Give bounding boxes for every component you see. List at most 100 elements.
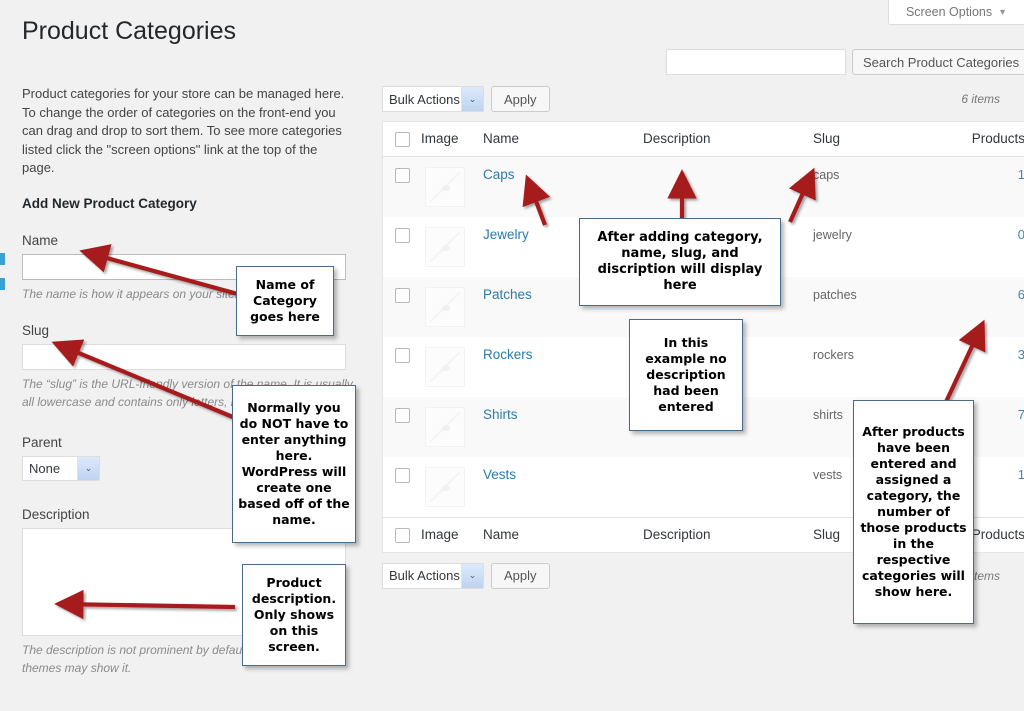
row-checkbox[interactable]	[394, 228, 410, 243]
product-count-link[interactable]: 7	[1018, 407, 1024, 422]
row-image-cell	[421, 456, 483, 518]
chevron-down-icon: ⌄	[461, 563, 483, 588]
admin-menu-rail	[0, 0, 5, 711]
slug-value: rockers	[813, 347, 854, 362]
callout-after-adding-category: After adding category, name, slug, and d…	[579, 218, 781, 306]
callout-name-of-category: Name of Category goes here	[236, 266, 334, 336]
row-checkbox-cell	[382, 216, 421, 277]
row-name-cell: Shirts	[483, 396, 643, 457]
panel-intro-text: Product categories for your store can be…	[22, 86, 345, 175]
callout-slug-optional: Normally you do NOT have to enter anythi…	[232, 385, 356, 543]
table-row: Caps caps 1	[382, 156, 1024, 217]
row-checkbox-cell	[382, 156, 421, 217]
row-image-cell	[421, 276, 483, 337]
column-header-slug[interactable]: Slug	[813, 121, 958, 157]
wordpress-admin-screen: Screen Options ▼ Product Categories Sear…	[0, 0, 1024, 711]
row-slug-cell: rockers	[813, 336, 958, 397]
row-image-cell	[421, 216, 483, 277]
select-all-footer	[382, 516, 421, 553]
bulk-actions-select-bottom[interactable]: Bulk Actions ⌄	[382, 562, 484, 589]
screen-options-toggle[interactable]: Screen Options ▼	[888, 0, 1024, 25]
select-all-header	[382, 121, 421, 157]
column-header-products[interactable]: Products	[958, 121, 1024, 157]
product-count-link[interactable]: 0	[1018, 227, 1024, 242]
row-slug-cell: patches	[813, 276, 958, 337]
row-name-cell: Vests	[483, 456, 643, 518]
slug-value: patches	[813, 287, 857, 302]
page-title: Product Categories	[22, 17, 237, 45]
category-name-link[interactable]: Jewelry	[483, 227, 529, 242]
placeholder-image-icon	[425, 286, 465, 327]
row-name-cell: Caps	[483, 156, 643, 217]
row-checkbox[interactable]	[394, 288, 410, 303]
search-submit-button[interactable]: Search Product Categories	[852, 49, 1024, 75]
bulk-actions-select-top[interactable]: Bulk Actions ⌄	[382, 86, 484, 112]
placeholder-image-icon	[425, 406, 465, 447]
column-header-name[interactable]: Name	[483, 121, 643, 157]
row-description-cell	[643, 456, 813, 518]
name-label: Name	[22, 232, 59, 248]
bulk-actions-value-top: Bulk Actions	[389, 91, 460, 107]
row-image-cell	[421, 156, 483, 217]
parent-selected-value: None	[29, 460, 61, 476]
select-all-checkbox[interactable]	[394, 131, 410, 147]
rail-accent-top	[0, 253, 5, 265]
placeholder-image-icon	[425, 466, 465, 507]
parent-select[interactable]: None ⌄	[22, 455, 100, 481]
category-name-link[interactable]: Patches	[483, 287, 532, 302]
callout-no-description: In this example no description had been …	[629, 319, 743, 431]
row-checkbox[interactable]	[394, 168, 410, 183]
row-slug-cell: caps	[813, 156, 958, 217]
row-checkbox[interactable]	[394, 348, 410, 363]
row-products-cell: 3	[958, 336, 1024, 397]
search-input[interactable]	[666, 49, 846, 75]
column-footer-name[interactable]: Name	[483, 516, 643, 553]
table-header-row: Image Name Description Slug Products	[382, 121, 1024, 157]
category-name-link[interactable]: Rockers	[483, 347, 533, 362]
row-checkbox[interactable]	[394, 408, 410, 423]
screen-options-label: Screen Options	[905, 5, 993, 19]
row-checkbox-cell	[382, 276, 421, 337]
column-footer-description[interactable]: Description	[643, 516, 813, 553]
category-name-link[interactable]: Shirts	[483, 407, 518, 422]
column-header-image[interactable]: Image	[421, 121, 483, 157]
slug-value: jewelry	[813, 227, 852, 242]
product-count-link[interactable]: 6	[1018, 287, 1024, 302]
row-name-cell: Rockers	[483, 336, 643, 397]
category-name-link[interactable]: Vests	[483, 467, 516, 482]
row-checkbox[interactable]	[394, 468, 410, 483]
slug-value: vests	[813, 467, 843, 482]
row-checkbox-cell	[382, 396, 421, 457]
row-products-cell: 1	[958, 156, 1024, 217]
placeholder-image-icon	[425, 346, 465, 387]
row-checkbox-cell	[382, 336, 421, 397]
callout-product-counts: After products have been entered and ass…	[853, 400, 974, 624]
apply-button-bottom[interactable]: Apply	[491, 562, 550, 589]
row-image-cell	[421, 336, 483, 397]
callout-product-description: Product description. Only shows on this …	[242, 564, 346, 666]
column-header-description[interactable]: Description	[643, 121, 813, 157]
row-products-cell: 0	[958, 216, 1024, 277]
slug-input[interactable]	[22, 343, 346, 370]
bulk-actions-value-bottom: Bulk Actions	[389, 568, 460, 584]
chevron-down-icon: ⌄	[77, 456, 99, 480]
row-products-cell: 6	[958, 276, 1024, 337]
slug-value: caps	[813, 167, 840, 182]
apply-button-top[interactable]: Apply	[491, 86, 550, 112]
select-all-checkbox-footer[interactable]	[394, 527, 410, 543]
placeholder-image-icon	[425, 166, 465, 207]
product-count-link[interactable]: 1	[1018, 167, 1024, 182]
row-slug-cell: jewelry	[813, 216, 958, 277]
row-image-cell	[421, 396, 483, 457]
category-name-link[interactable]: Caps	[483, 167, 515, 182]
row-description-cell	[643, 156, 813, 217]
rail-accent-bottom	[0, 278, 5, 290]
row-checkbox-cell	[382, 456, 421, 518]
add-category-heading: Add New Product Category	[22, 195, 197, 211]
column-footer-image[interactable]: Image	[421, 516, 483, 553]
product-count-link[interactable]: 3	[1018, 347, 1024, 362]
chevron-down-icon: ⌄	[461, 87, 483, 111]
product-count-link[interactable]: 1	[1018, 467, 1024, 482]
chevron-down-icon: ▼	[998, 7, 1008, 17]
items-count-top: 6 items	[961, 92, 1000, 106]
